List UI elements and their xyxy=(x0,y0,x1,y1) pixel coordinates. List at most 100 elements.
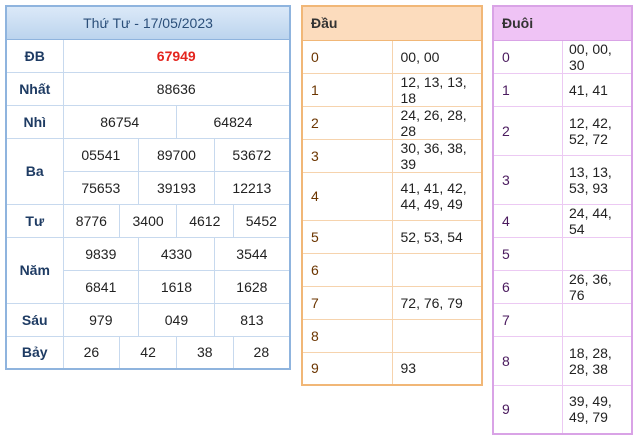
duoi-value: 41, 41 xyxy=(562,72,633,107)
duoi-value: 12, 42, 52, 72 xyxy=(562,105,633,156)
results-table: Thứ Tư - 17/05/2023 ĐB 67949 Nhất 88636 … xyxy=(5,5,291,370)
prize-number: 89700 xyxy=(138,137,215,172)
prize-row-db: ĐB 67949 xyxy=(5,38,291,73)
dau-key: 8 xyxy=(301,318,393,353)
duoi-row: 8 18, 28, 28, 38 xyxy=(492,335,633,386)
dau-key: 4 xyxy=(301,171,393,221)
dau-value: 41, 41, 42, 44, 49, 49 xyxy=(391,171,483,221)
duoi-value: 18, 28, 28, 38 xyxy=(562,335,633,386)
prize-number: 5452 xyxy=(232,203,291,238)
prize-number: 1628 xyxy=(213,269,291,304)
duoi-key: 4 xyxy=(492,203,563,238)
dau-key: 9 xyxy=(301,351,393,386)
dau-row: 6 xyxy=(301,252,483,287)
dau-key: 3 xyxy=(301,138,393,173)
duoi-value xyxy=(562,302,633,337)
prize-number: 4612 xyxy=(175,203,234,238)
prize-number: 67949 xyxy=(62,38,291,73)
prize-number: 53672 xyxy=(213,137,291,172)
prize-label-nhi: Nhì xyxy=(5,104,64,139)
dau-value: 52, 53, 54 xyxy=(391,219,483,254)
prize-row-sau: Sáu 979 049 813 xyxy=(5,302,291,337)
duoi-key: 6 xyxy=(492,269,563,304)
prize-number: 979 xyxy=(62,302,140,337)
duoi-key: 8 xyxy=(492,335,563,386)
duoi-value xyxy=(562,236,633,271)
duoi-row: 5 xyxy=(492,236,633,271)
prize-number: 12213 xyxy=(213,170,291,205)
dau-table: Đầu 0 00, 00 1 12, 13, 13, 18 2 24, 26, 28,… xyxy=(301,5,483,386)
dau-key: 7 xyxy=(301,285,393,320)
dau-row: 4 41, 41, 42, 44, 49, 49 xyxy=(301,171,483,221)
duoi-key: 9 xyxy=(492,384,563,435)
dau-value: 12, 13, 13, 18 xyxy=(391,72,483,107)
duoi-key: 0 xyxy=(492,39,563,74)
dau-row: 0 00, 00 xyxy=(301,39,483,74)
duoi-key: 3 xyxy=(492,154,563,205)
prize-row-nhat: Nhất 88636 xyxy=(5,71,291,106)
dau-header: Đầu xyxy=(302,6,482,41)
dau-row: 7 72, 76, 79 xyxy=(301,285,483,320)
dau-value xyxy=(391,318,483,353)
dau-key: 6 xyxy=(301,252,393,287)
duoi-row: 2 12, 42, 52, 72 xyxy=(492,105,633,156)
duoi-key: 7 xyxy=(492,302,563,337)
dau-value: 72, 76, 79 xyxy=(391,285,483,320)
dau-key: 5 xyxy=(301,219,393,254)
dau-row: 9 93 xyxy=(301,351,483,386)
dau-value: 24, 26, 28, 28 xyxy=(391,105,483,140)
duoi-key: 5 xyxy=(492,236,563,271)
prize-number: 39193 xyxy=(138,170,215,205)
prize-number: 3544 xyxy=(213,236,291,271)
duoi-row: 3 13, 13, 53, 93 xyxy=(492,154,633,205)
dau-key: 0 xyxy=(301,39,393,74)
dau-row: 8 xyxy=(301,318,483,353)
prize-number: 4330 xyxy=(138,236,215,271)
dau-key: 1 xyxy=(301,72,393,107)
duoi-row: 4 24, 44, 54 xyxy=(492,203,633,238)
duoi-key: 1 xyxy=(492,72,563,107)
duoi-row: 9 39, 49, 49, 79 xyxy=(492,384,633,435)
prize-number: 6841 xyxy=(62,269,140,304)
duoi-header: Đuôi xyxy=(493,6,632,41)
dau-value xyxy=(391,252,483,287)
prize-label-nam: Năm xyxy=(5,236,64,304)
results-title: Thứ Tư - 17/05/2023 xyxy=(6,6,290,40)
prize-number: 813 xyxy=(213,302,291,337)
duoi-key: 2 xyxy=(492,105,563,156)
prize-label-db: ĐB xyxy=(5,38,64,73)
prize-number: 9839 xyxy=(62,236,140,271)
dau-row: 5 52, 53, 54 xyxy=(301,219,483,254)
duoi-row: 7 xyxy=(492,302,633,337)
duoi-value: 26, 36, 76 xyxy=(562,269,633,304)
prize-number: 86754 xyxy=(62,104,177,139)
duoi-row: 6 26, 36, 76 xyxy=(492,269,633,304)
prize-number: 3400 xyxy=(119,203,177,238)
prize-number: 28 xyxy=(232,335,291,370)
prize-number: 64824 xyxy=(175,104,291,139)
prize-number: 26 xyxy=(62,335,121,370)
dau-value: 30, 36, 38, 39 xyxy=(391,138,483,173)
prize-row-nhi: Nhì 86754 64824 xyxy=(5,104,291,139)
duoi-value: 39, 49, 49, 79 xyxy=(562,384,633,435)
prize-row-bay: Bảy 26 42 38 28 xyxy=(5,335,291,370)
prize-number: 1618 xyxy=(138,269,215,304)
prize-number: 88636 xyxy=(62,71,291,106)
prize-row-tu: Tư 8776 3400 4612 5452 xyxy=(5,203,291,238)
prize-row-ba: Ba 05541 89700 53672 xyxy=(5,137,291,205)
duoi-row: 0 00, 00, 30 xyxy=(492,39,633,74)
dau-row: 2 24, 26, 28, 28 xyxy=(301,105,483,140)
dau-key: 2 xyxy=(301,105,393,140)
prize-label-sau: Sáu xyxy=(5,302,64,337)
prize-label-nhat: Nhất xyxy=(5,71,64,106)
prize-number: 8776 xyxy=(62,203,121,238)
prize-number: 049 xyxy=(138,302,215,337)
prize-label-bay: Bảy xyxy=(5,335,64,370)
prize-number: 42 xyxy=(119,335,177,370)
duoi-value: 24, 44, 54 xyxy=(562,203,633,238)
dau-row: 3 30, 36, 38, 39 xyxy=(301,138,483,173)
dau-value: 00, 00 xyxy=(391,39,483,74)
dau-row: 1 12, 13, 13, 18 xyxy=(301,72,483,107)
duoi-row: 1 41, 41 xyxy=(492,72,633,107)
duoi-value: 00, 00, 30 xyxy=(562,39,633,74)
